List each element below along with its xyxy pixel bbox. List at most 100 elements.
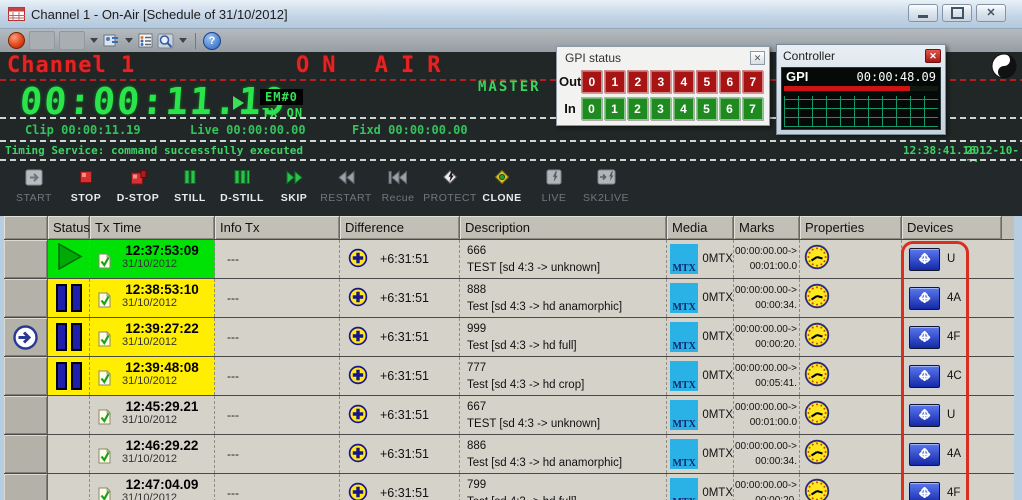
chevron-down-icon[interactable] xyxy=(90,38,98,43)
transport-recue-button[interactable]: Recue xyxy=(372,166,424,216)
table-body: 12:37:53:0931/10/2012---+6:31:51666TEST … xyxy=(4,240,1014,500)
device-label: U xyxy=(947,253,955,265)
schedule-row[interactable]: 12:39:48:0831/10/2012---+6:31:51777Test … xyxy=(4,357,1014,396)
transport-toolbar: START STOP D-STOP STILL D-STILLSKIPRESTART Re… xyxy=(0,162,1022,216)
transport-live-button[interactable]: LIVE xyxy=(528,166,580,216)
device-routing-button[interactable]: ↔↕ xyxy=(909,326,940,349)
gpi-in-cell-1[interactable]: 1 xyxy=(604,97,625,120)
row-gutter xyxy=(4,318,48,356)
gpi-out-cell-4[interactable]: 4 xyxy=(673,70,694,93)
transport-still-button[interactable]: STILL xyxy=(164,166,216,216)
search-button[interactable] xyxy=(157,32,174,50)
description-text: Test [sd 4:3 -> hd crop] xyxy=(467,377,666,394)
marks-in: 00:00:00.00-> xyxy=(734,283,797,298)
controller-timecode: 00:00:48.09 xyxy=(857,70,936,84)
gpi-out-cells: 01234567 xyxy=(581,70,763,93)
gpi-in-cell-6[interactable]: 6 xyxy=(719,97,740,120)
transport-stop-button[interactable]: STOP xyxy=(60,166,112,216)
status-message: Timing Service: command successfully exe… xyxy=(5,144,303,157)
tx-date-value: 31/10/2012 xyxy=(122,258,214,270)
header-cell-properties[interactable]: Properties xyxy=(800,216,902,239)
tx-date-value: 31/10/2012 xyxy=(122,297,214,309)
gpi-out-cell-5[interactable]: 5 xyxy=(696,70,717,93)
transport-start-button[interactable]: START xyxy=(8,166,60,216)
wizard-button[interactable] xyxy=(103,32,120,50)
chevron-down-icon[interactable] xyxy=(125,38,133,43)
checklist-button[interactable] xyxy=(138,32,153,50)
transport-sk2live-button[interactable]: SK2LIVE xyxy=(580,166,632,216)
close-button[interactable]: ✕ xyxy=(976,4,1006,22)
header-cell-info-tx[interactable]: Info Tx xyxy=(215,216,340,239)
status-time: 12:38:41.16 xyxy=(903,144,976,157)
header-cell-status[interactable]: Status xyxy=(48,216,90,239)
back-button[interactable] xyxy=(29,31,55,50)
transport-label: SK2LIVE xyxy=(583,192,629,204)
gpi-in-cell-4[interactable]: 4 xyxy=(673,97,694,120)
transport-d-still-button[interactable]: D-STILL xyxy=(216,166,268,216)
start-icon xyxy=(25,166,43,188)
controller-close-button[interactable]: ✕ xyxy=(925,49,941,63)
device-routing-button[interactable]: ↔↕ xyxy=(909,287,940,310)
header-cell-marks[interactable]: Marks xyxy=(734,216,800,239)
description-cell: 777Test [sd 4:3 -> hd crop] xyxy=(460,357,667,395)
gpi-in-cell-7[interactable]: 7 xyxy=(742,97,763,120)
gpi-in-cell-5[interactable]: 5 xyxy=(696,97,717,120)
forward-button[interactable] xyxy=(59,31,85,50)
header-cell-devices[interactable]: Devices xyxy=(902,216,1002,239)
description-cell: 886Test [sd 4:3 -> hd anamorphic] xyxy=(460,435,667,473)
gpi-out-cell-0[interactable]: 0 xyxy=(581,70,602,93)
difference-value: +6:31:51 xyxy=(380,330,429,344)
schedule-row[interactable]: 12:39:27:2231/10/2012---+6:31:51999Test … xyxy=(4,318,1014,357)
gpi-out-cell-2[interactable]: 2 xyxy=(627,70,648,93)
pause-icon xyxy=(71,284,82,312)
header-cell-difference[interactable]: Difference xyxy=(340,216,460,239)
device-routing-button[interactable]: ↔↕ xyxy=(909,443,940,466)
transport-protect-button[interactable]: PROTECT xyxy=(424,166,476,216)
gpi-close-button[interactable]: ✕ xyxy=(750,51,765,65)
description-id: 666 xyxy=(467,243,666,260)
gpi-out-cell-7[interactable]: 7 xyxy=(742,70,763,93)
gpi-in-cell-3[interactable]: 3 xyxy=(650,97,671,120)
transport-label: D-STOP xyxy=(117,192,159,204)
gpi-in-cell-2[interactable]: 2 xyxy=(627,97,648,120)
controller-title: Controller xyxy=(783,49,925,63)
difference-value: +6:31:51 xyxy=(380,369,429,383)
transport-clone-button[interactable]: CLONE xyxy=(476,166,528,216)
alert-icon[interactable] xyxy=(8,32,25,49)
gpi-out-cell-3[interactable]: 3 xyxy=(650,70,671,93)
transport-label: STILL xyxy=(174,192,206,204)
device-routing-button[interactable]: ↔↕ xyxy=(909,404,940,427)
device-routing-button[interactable]: ↔↕ xyxy=(909,365,940,388)
minimize-button[interactable] xyxy=(908,4,938,22)
schedule-row[interactable]: 12:47:04.0931/10/2012---+6:31:51799Test … xyxy=(4,474,1014,500)
gpi-out-cell-1[interactable]: 1 xyxy=(604,70,625,93)
transport-label: STOP xyxy=(71,192,101,204)
transport-skip-button[interactable]: SKIP xyxy=(268,166,320,216)
tx-time-cell: 12:38:53:1031/10/2012 xyxy=(90,279,215,317)
transport-d-stop-button[interactable]: D-STOP xyxy=(112,166,164,216)
chevron-down-icon[interactable] xyxy=(179,38,187,43)
transport-label: Recue xyxy=(382,192,415,204)
schedule-row[interactable]: 12:38:53:1031/10/2012---+6:31:51888Test … xyxy=(4,279,1014,318)
properties-cell xyxy=(800,474,902,500)
schedule-row[interactable]: 12:45:29.2131/10/2012---+6:31:51667TEST … xyxy=(4,396,1014,435)
gpi-in-cell-0[interactable]: 0 xyxy=(581,97,602,120)
marks-in: 00:00:00.00-> xyxy=(734,322,797,337)
maximize-button[interactable] xyxy=(942,4,972,22)
device-routing-button[interactable]: ↔↕ xyxy=(909,248,940,271)
four-way-arrow-icon: ↕ xyxy=(910,249,939,270)
mtx-badge: MTX xyxy=(670,244,698,274)
device-routing-button[interactable]: ↔↕ xyxy=(909,482,940,500)
header-cell-tx-time[interactable]: Tx Time xyxy=(90,216,215,239)
help-button[interactable]: ? xyxy=(203,32,221,50)
header-cell-media[interactable]: Media xyxy=(667,216,734,239)
gpi-out-cell-6[interactable]: 6 xyxy=(719,70,740,93)
transport-restart-button[interactable]: RESTART xyxy=(320,166,372,216)
restart-icon xyxy=(337,166,356,188)
schedule-row[interactable]: 12:46:29.2231/10/2012---+6:31:51886Test … xyxy=(4,435,1014,474)
header-cell-description[interactable]: Description xyxy=(460,216,667,239)
difference-cell: +6:31:51 xyxy=(340,357,460,395)
schedule-row[interactable]: 12:37:53:0931/10/2012---+6:31:51666TEST … xyxy=(4,240,1014,279)
marks-in: 00:00:00.00-> xyxy=(734,478,797,493)
info-tx-cell: --- xyxy=(215,435,340,473)
